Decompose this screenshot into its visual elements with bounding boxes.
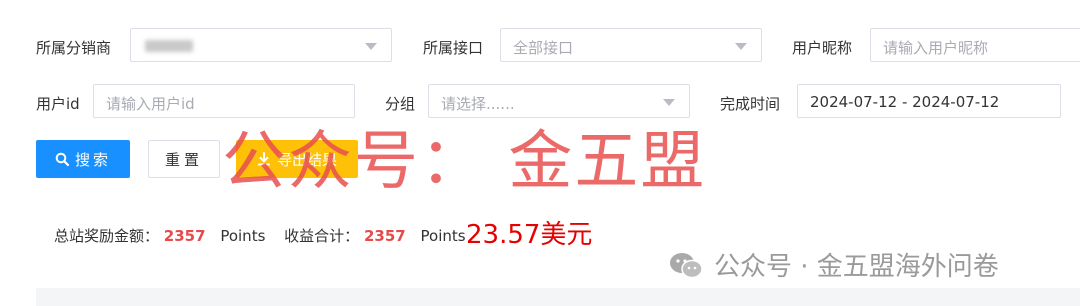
interface-label: 所属接口 <box>423 39 484 57</box>
search-button-label: 搜索 <box>74 150 111 169</box>
table-header-strip <box>36 288 1080 306</box>
completion-time-range[interactable]: 2024-07-12 - 2024-07-12 <box>797 84 1061 118</box>
nickname-placeholder: 请输入用户昵称 <box>883 39 989 57</box>
total-reward-value: 2357 <box>163 227 206 245</box>
search-button[interactable]: 搜索 <box>36 140 130 178</box>
footer-watermark: 公众号 · 金五盟海外问卷 <box>668 246 999 283</box>
chevron-down-icon <box>365 43 377 50</box>
income-value: 2357 <box>363 227 406 245</box>
usd-note: 23.57美元 <box>466 220 593 250</box>
reset-button-label: 重置 <box>164 150 203 169</box>
wechat-icon <box>670 252 703 278</box>
user-id-label: 用户id <box>36 95 80 113</box>
interface-value: 全部接口 <box>513 39 574 57</box>
distributor-select[interactable] <box>130 28 392 62</box>
summary-line: 总站奖励金额： 2357 Points 收益合计： 2357 Points <box>54 225 466 246</box>
distributor-label: 所属分销商 <box>36 39 112 57</box>
footer-watermark-text: 公众号 · 金五盟海外问卷 <box>714 252 999 282</box>
completion-time-label: 完成时间 <box>720 95 781 113</box>
income-label: 收益合计： <box>284 227 360 245</box>
reset-button[interactable]: 重置 <box>148 140 220 178</box>
nickname-input[interactable]: 请输入用户昵称 <box>870 28 1080 62</box>
total-reward-unit: Points <box>220 227 266 245</box>
chevron-down-icon <box>735 43 747 50</box>
watermark-text: 公众号： 金五盟 <box>222 125 707 199</box>
nickname-label: 用户昵称 <box>792 39 853 57</box>
search-icon <box>55 152 69 166</box>
redacted-value <box>145 40 193 52</box>
chevron-down-icon <box>663 99 675 106</box>
completion-time-value: 2024-07-12 - 2024-07-12 <box>810 93 1000 111</box>
income-unit: Points <box>420 227 466 245</box>
interface-select[interactable]: 全部接口 <box>500 28 762 62</box>
total-reward-label: 总站奖励金额： <box>54 227 160 245</box>
user-id-placeholder: 请输入用户id <box>106 95 195 113</box>
